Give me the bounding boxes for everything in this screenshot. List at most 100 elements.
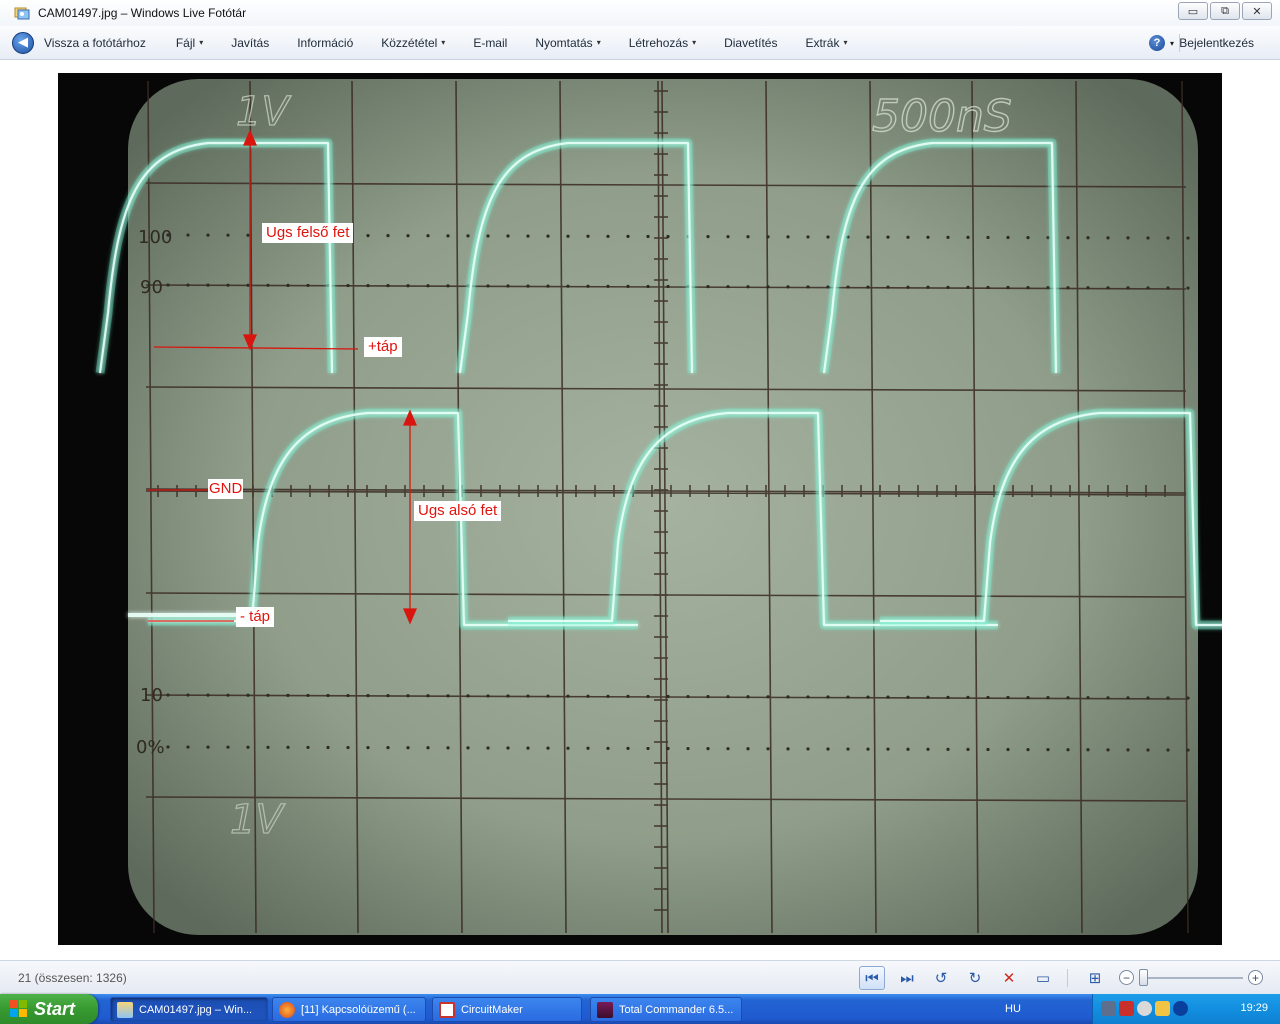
graticule-dot [546, 234, 550, 238]
zoom-slider-thumb[interactable] [1139, 969, 1148, 986]
graticule-dot [1046, 286, 1050, 290]
close-button[interactable]: ✕ [1242, 2, 1272, 20]
menu-create[interactable]: Létrehozás ▾ [615, 26, 710, 60]
menu-email-label: E-mail [473, 35, 508, 50]
graticule-dot [866, 235, 870, 239]
zoom-slider-track[interactable] [1147, 977, 1243, 979]
graticule-dot [166, 283, 170, 287]
delete-button[interactable]: ✕ [996, 966, 1022, 990]
graticule-dot [686, 694, 690, 699]
timebase-label: 500nS [872, 91, 1012, 142]
pct-0-label: 0% [136, 737, 165, 758]
graticule-dot [546, 284, 550, 288]
graticule-dot [726, 695, 730, 699]
taskbar-item-circuitmaker[interactable]: CircuitMaker [432, 997, 582, 1022]
fit-to-window-button[interactable]: ⊞ [1082, 966, 1108, 990]
chevron-down-icon: ▾ [596, 38, 601, 47]
menu-publish[interactable]: Közzététel ▾ [367, 26, 459, 60]
minimize-button[interactable]: ▭ [1178, 2, 1208, 20]
sign-in-link[interactable]: Bejelentkezés [1179, 36, 1254, 50]
graticule-dot [406, 694, 410, 698]
graticule-dot [306, 693, 310, 698]
graticule-dot [886, 747, 890, 751]
rotate-left-button[interactable]: ↺ [928, 966, 954, 990]
previous-button[interactable]: ⏮ [859, 966, 885, 990]
menu-info-label: Információ [297, 35, 354, 50]
title-bar: CAM01497.jpg – Windows Live Fotótár ▭ ⧉ … [0, 0, 1280, 26]
graticule-dot [1126, 696, 1130, 700]
graticule-dot [626, 284, 630, 288]
graticule-dot [906, 747, 910, 751]
graticule-dot [826, 695, 830, 699]
graticule-dot [166, 693, 170, 697]
graticule-dot [666, 746, 670, 751]
menu-info[interactable]: Információ [283, 26, 367, 60]
graticule-dot [646, 746, 650, 751]
zoom-in-button[interactable]: + [1248, 970, 1263, 985]
graticule-dot [746, 695, 750, 699]
slideshow-button[interactable]: ▭ [1030, 966, 1056, 990]
menu-fix[interactable]: Javítás [217, 26, 283, 60]
language-indicator[interactable]: HU [1005, 1003, 1021, 1015]
menu-print[interactable]: Nyomtatás ▾ [521, 26, 614, 60]
graticule-dot [706, 285, 710, 289]
graticule-dot [986, 747, 990, 752]
graticule-dot [1046, 696, 1050, 700]
security-shield-icon[interactable] [1119, 1001, 1134, 1016]
volts-per-div-top: 1V [236, 89, 291, 135]
taskbar-item-photo-gallery[interactable]: CAM01497.jpg – Win... [110, 997, 268, 1022]
graticule-dot [1146, 748, 1150, 752]
antivirus-icon[interactable] [1137, 1001, 1152, 1016]
graticule-dot [366, 746, 370, 750]
divider [1067, 969, 1068, 987]
graticule-dot [526, 746, 530, 750]
graticule-dot [226, 693, 230, 697]
graticule-dot [946, 695, 950, 699]
graticule-dot [606, 284, 610, 288]
graticule-dot [606, 694, 610, 698]
help-button[interactable]: ? ▾ [1148, 35, 1174, 51]
menu-extras[interactable]: Extrák ▾ [791, 26, 861, 60]
annotation-gnd: GND [208, 479, 244, 499]
graticule-dot [226, 233, 230, 237]
restore-button[interactable]: ⧉ [1210, 2, 1240, 20]
taskbar-item-total-commander[interactable]: Total Commander 6.5... [590, 997, 742, 1022]
graticule-dot [246, 745, 250, 749]
graticule-dot [506, 746, 510, 750]
graticule-dot [586, 694, 590, 698]
graticule-dot [906, 235, 910, 239]
graticule-dot [746, 235, 750, 239]
rotate-right-button[interactable]: ↻ [962, 966, 988, 990]
start-button[interactable]: Start [0, 994, 98, 1024]
next-button[interactable]: ⏭ [894, 966, 920, 990]
graticule-dot [366, 694, 370, 698]
taskbar-item-firefox[interactable]: [11] Kapcsolóüzemű (... [272, 997, 426, 1022]
graticule-dot [966, 285, 970, 289]
graticule-dot [286, 283, 290, 287]
graticule-dot [766, 695, 770, 699]
graticule-dot [886, 285, 890, 289]
graticule-dot [786, 285, 790, 289]
graticule-dot [346, 693, 350, 698]
graticule-dot [506, 284, 510, 288]
graticule-dot [966, 235, 970, 239]
graticule-dot [1026, 235, 1030, 240]
graticule-dot [1046, 236, 1050, 240]
bluetooth-icon[interactable] [1173, 1001, 1188, 1016]
network-icon[interactable] [1101, 1001, 1116, 1016]
graticule-dot [946, 285, 950, 289]
zoom-out-button[interactable]: − [1119, 970, 1134, 985]
menu-email[interactable]: E-mail [459, 26, 521, 60]
menu-file[interactable]: Fájl ▾ [162, 26, 217, 60]
floppy-disk-icon [597, 1001, 613, 1018]
taskbar-item-label: CAM01497.jpg – Win... [139, 1003, 253, 1016]
graticule-dot [426, 284, 430, 288]
back-arrow-icon[interactable]: ◀ [12, 31, 34, 54]
volume-icon[interactable] [1155, 1001, 1170, 1016]
graticule-dot [866, 747, 870, 751]
graticule-dot [366, 234, 370, 238]
photo-gallery-icon [14, 5, 30, 21]
back-to-gallery-label: Vissza a fotótárhoz [44, 35, 146, 50]
menu-slideshow[interactable]: Diavetítés [710, 26, 791, 60]
back-to-gallery-button[interactable]: Vissza a fotótárhoz [34, 26, 160, 60]
